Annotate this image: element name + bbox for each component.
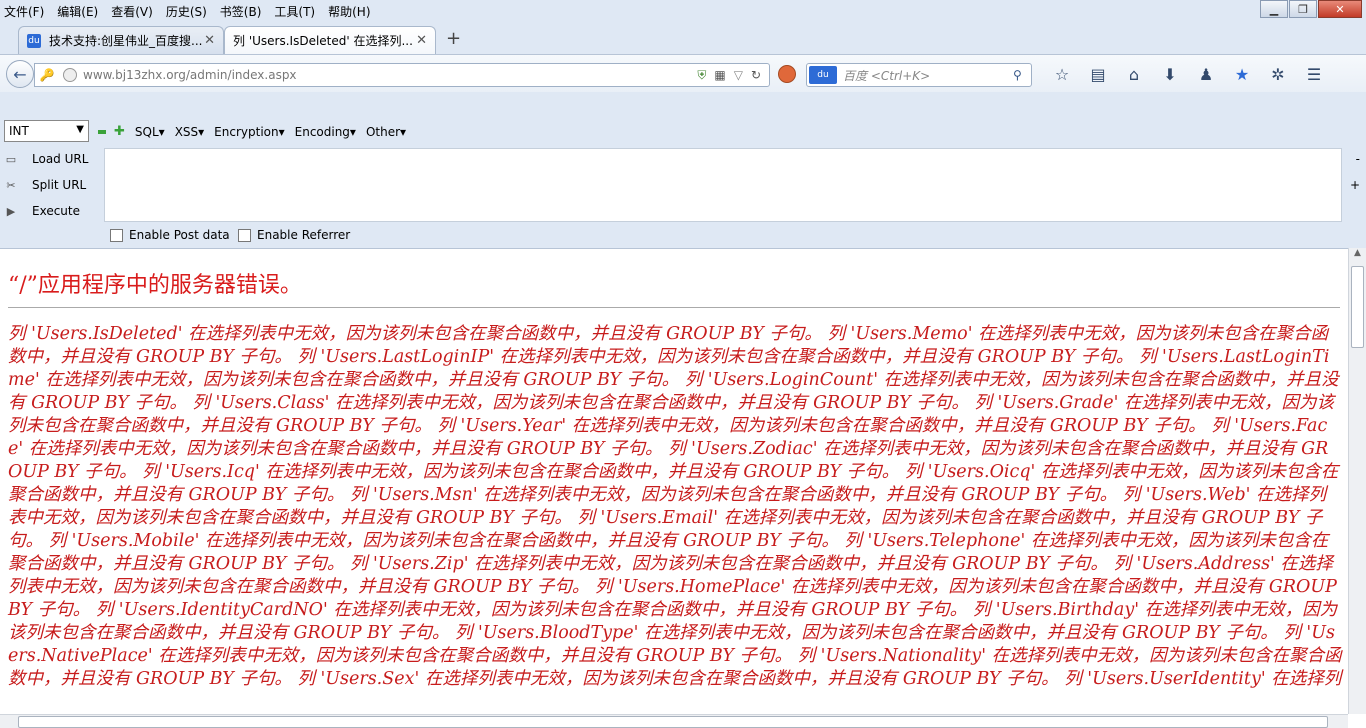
plus-icon[interactable]: ✚	[114, 124, 125, 139]
back-icon[interactable]: ←	[6, 60, 34, 88]
menu-bookmarks[interactable]: 书签(B)	[220, 3, 262, 20]
type-select-value: INT	[9, 124, 29, 138]
bug-icon[interactable]: ✲	[1260, 65, 1296, 84]
sql-menu[interactable]: SQL▾	[135, 125, 165, 139]
menu-edit[interactable]: 编辑(E)	[57, 3, 98, 20]
checkbox-box[interactable]	[110, 228, 123, 242]
user-icon[interactable]: ♟	[1188, 65, 1224, 84]
qr-icon[interactable]: ▦	[714, 68, 725, 82]
url-text[interactable]: www.bj13zhx.org/admin/index.aspx	[83, 68, 697, 82]
error-message: 列 'Users.IsDeleted' 在选择列表中无效，因为该列未包含在聚合函…	[8, 324, 1342, 689]
navigation-toolbar: ← 🔑 www.bj13zhx.org/admin/index.aspx ⛨ ▦…	[0, 54, 1366, 92]
scroll-thumb[interactable]	[18, 716, 1328, 728]
star-icon[interactable]: ☆	[1044, 65, 1080, 84]
play-icon: ▶	[6, 204, 16, 218]
enable-post-checkbox[interactable]: Enable Post data	[110, 228, 230, 242]
enable-referrer-label: Enable Referrer	[257, 228, 351, 242]
menu-bar: 文件(F) 编辑(E) 查看(V) 历史(S) 书签(B) 工具(T) 帮助(H…	[0, 0, 1366, 22]
vertical-scrollbar[interactable]: ▲	[1348, 248, 1366, 714]
checkbox-box[interactable]	[238, 228, 251, 242]
reload-icon[interactable]: ↻	[751, 68, 761, 82]
stop-icon[interactable]	[778, 65, 796, 83]
xss-menu[interactable]: XSS▾	[175, 125, 204, 139]
url-textarea[interactable]	[104, 148, 1342, 222]
download-icon[interactable]: ⬇	[1152, 65, 1188, 84]
execute-label: Execute	[32, 204, 80, 218]
load-url-button[interactable]: ▭ Load URL	[4, 148, 102, 170]
menu-tools[interactable]: 工具(T)	[274, 3, 315, 20]
search-box[interactable]: du 百度 <Ctrl+K> ⚲	[806, 63, 1032, 87]
scissors-icon: ✂	[6, 178, 16, 192]
shield-icon[interactable]: ⛨	[697, 68, 706, 83]
clipboard-icon[interactable]: ▤	[1080, 65, 1116, 84]
split-url-label: Split URL	[32, 178, 87, 192]
expand-icon[interactable]: +	[1350, 178, 1360, 192]
encryption-menu[interactable]: Encryption▾	[214, 125, 284, 139]
enable-post-label: Enable Post data	[129, 228, 230, 242]
load-icon: ▭	[5, 152, 17, 166]
baidu-favicon-icon: du	[27, 33, 41, 48]
globe-icon	[63, 68, 77, 82]
load-url-label: Load URL	[32, 152, 89, 166]
maximize-button[interactable]: ❐	[1289, 0, 1317, 18]
tab-label: 技术支持:创星伟业_百度搜...	[49, 34, 203, 48]
tab-baidu-search[interactable]: du 技术支持:创星伟业_百度搜... ✕	[18, 26, 224, 54]
close-icon[interactable]: ✕	[204, 33, 215, 48]
scroll-up-icon[interactable]: ▲	[1349, 248, 1366, 265]
page-content: “/”应用程序中的服务器错误。 列 'Users.IsDeleted' 在选择列…	[0, 248, 1348, 714]
chevron-down-icon: ▼	[76, 124, 84, 135]
execute-button[interactable]: ▶ Execute	[4, 200, 102, 222]
shrink-icon[interactable]: -	[1356, 152, 1360, 166]
divider	[8, 307, 1340, 308]
menu-file[interactable]: 文件(F)	[4, 3, 44, 20]
search-engine-icon[interactable]: du	[809, 66, 837, 84]
hackbar-panel: INT ▼ ✚ SQL▾ XSS▾ Encryption▾ Encoding▾ …	[0, 116, 1366, 248]
key-icon: 🔑	[39, 68, 55, 82]
new-tab-plus-icon[interactable]: +	[446, 28, 461, 49]
address-bar[interactable]: 🔑 www.bj13zhx.org/admin/index.aspx ⛨ ▦ ▽…	[34, 63, 770, 87]
menu-history[interactable]: 历史(S)	[166, 3, 207, 20]
window-close-button[interactable]: ✕	[1318, 0, 1362, 18]
type-select[interactable]: INT ▼	[4, 120, 89, 142]
minimize-button[interactable]: ▁	[1260, 0, 1288, 18]
horizontal-scrollbar[interactable]	[0, 714, 1348, 728]
tab-bar: du 技术支持:创星伟业_百度搜... ✕ 列 'Users.IsDeleted…	[0, 24, 1366, 54]
search-placeholder: 百度 <Ctrl+K>	[843, 68, 931, 83]
home-icon[interactable]: ⌂	[1116, 65, 1152, 84]
menu-help[interactable]: 帮助(H)	[328, 3, 370, 20]
encoding-menu[interactable]: Encoding▾	[295, 125, 356, 139]
menu-icon[interactable]: ☰	[1296, 65, 1332, 84]
window-controls: ▁ ❐ ✕	[1259, 0, 1362, 18]
enable-referrer-checkbox[interactable]: Enable Referrer	[238, 228, 350, 242]
close-icon[interactable]: ✕	[416, 33, 427, 48]
hackbar-menu: ✚ SQL▾ XSS▾ Encryption▾ Encoding▾ Other▾	[98, 124, 416, 139]
addon-icon[interactable]: ★	[1224, 65, 1260, 84]
magnifier-icon[interactable]: ⚲	[1013, 68, 1031, 82]
split-url-button[interactable]: ✂ Split URL	[4, 174, 102, 196]
menu-view[interactable]: 查看(V)	[111, 3, 153, 20]
scroll-thumb[interactable]	[1351, 266, 1364, 348]
other-menu[interactable]: Other▾	[366, 125, 406, 139]
minus-icon[interactable]	[98, 129, 106, 134]
tab-label: 列 'Users.IsDeleted' 在选择列...	[233, 34, 413, 48]
toolbar-icons: ☆ ▤ ⌂ ⬇ ♟ ★ ✲ ☰	[1044, 65, 1332, 84]
page-title: “/”应用程序中的服务器错误。	[8, 273, 302, 298]
tab-error-page[interactable]: 列 'Users.IsDeleted' 在选择列... ✕	[224, 26, 436, 54]
dropdown-icon[interactable]: ▽	[734, 68, 743, 82]
browser-chrome: 文件(F) 编辑(E) 查看(V) 历史(S) 书签(B) 工具(T) 帮助(H…	[0, 0, 1366, 248]
